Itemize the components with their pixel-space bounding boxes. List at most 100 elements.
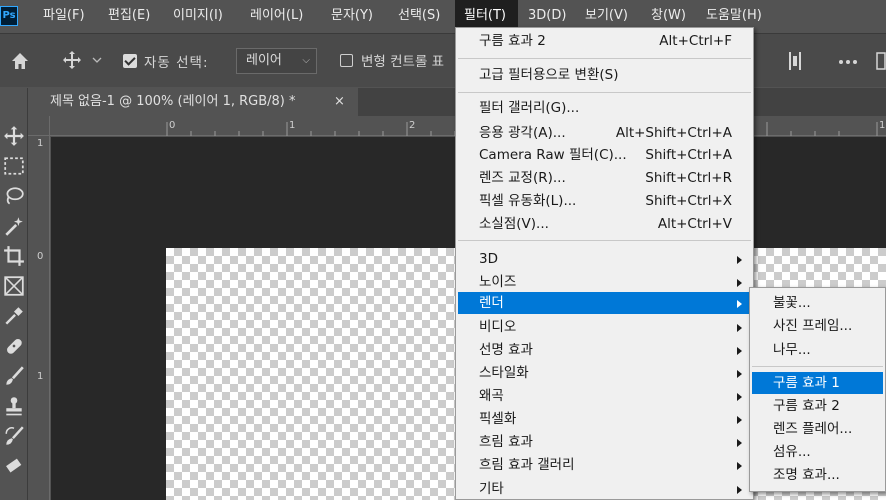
submenu-arrow-icon [737, 347, 742, 355]
menu-item-label: 흐림 효과 [479, 434, 533, 450]
menu-item-label: 소실점(V)... [479, 216, 549, 232]
submenu-item-lens-flare[interactable]: 렌즈 플레어... [752, 418, 883, 440]
submenu-item-difference-clouds[interactable]: 구름 효과 2 [752, 395, 883, 417]
menu-item-stylize[interactable]: 스타일화 [458, 362, 751, 384]
tools-panel [0, 88, 28, 500]
lasso-tool-icon [6, 187, 24, 205]
marquee-tool[interactable] [0, 150, 28, 180]
auto-select-target-dropdown[interactable]: 레이어 ⌵ [236, 48, 317, 74]
distribute-icon[interactable] [788, 51, 802, 71]
menu-item-blur[interactable]: 흐림 효과 [458, 431, 751, 453]
menu-item-lens-correction[interactable]: 렌즈 교정(R)... Shift+Ctrl+R [458, 167, 751, 189]
menu-item-sharpen[interactable]: 선명 효과 [458, 339, 751, 361]
vertical-ruler[interactable]: 1 0 1 [28, 136, 50, 500]
move-tool-icon[interactable] [62, 50, 82, 70]
menu-item-label: 노이즈 [479, 274, 517, 290]
menu-item-adaptive-wide-angle[interactable]: 응용 광각(A)... Alt+Shift+Ctrl+A [458, 122, 751, 144]
menu-item-distort[interactable]: 왜곡 [458, 385, 751, 407]
menu-item-label: 기타 [479, 481, 504, 497]
menu-separator [458, 240, 751, 241]
menu-item-noise[interactable]: 노이즈 [458, 271, 751, 293]
menu-item-label: 렌즈 교정(R)... [479, 170, 566, 186]
ruler-label: 0 [37, 251, 44, 262]
ruler-label: 0 [169, 120, 176, 131]
submenu-item-lighting-effects[interactable]: 조명 효과... [752, 464, 883, 486]
eraser-tool-icon [6, 458, 22, 473]
crop-tool[interactable] [0, 240, 28, 270]
menu-image[interactable]: 이미지(I) [173, 0, 223, 32]
menu-item-vanishing-point[interactable]: 소실점(V)... Alt+Ctrl+V [458, 213, 751, 235]
submenu-arrow-icon [737, 370, 742, 378]
more-options-icon[interactable] [838, 59, 858, 65]
menu-item-shortcut: Alt+Ctrl+V [657, 216, 732, 232]
close-icon[interactable]: × [334, 88, 345, 116]
eraser-tool[interactable] [0, 450, 28, 480]
menu-item-other[interactable]: 기타 [458, 478, 751, 500]
document-tab[interactable]: 제목 없음-1 @ 100% (레이어 1, RGB/8) * × [28, 88, 358, 116]
menu-item-label: 렌더 [479, 295, 504, 311]
brush-tool-icon [6, 366, 24, 385]
move-tool[interactable] [0, 120, 28, 150]
menu-item-label: 구름 효과 2 [479, 33, 546, 49]
menu-item-3d[interactable]: 3D [458, 248, 751, 270]
menu-item-pixelate[interactable]: 픽셀화 [458, 408, 751, 430]
menu-type[interactable]: 문자(Y) [331, 0, 373, 32]
menu-item-render[interactable]: 렌더 [458, 292, 751, 314]
submenu-item-fibers[interactable]: 섬유... [752, 441, 883, 463]
ruler-label: 1 [37, 138, 44, 149]
eyedropper-tool[interactable] [0, 300, 28, 330]
home-icon[interactable] [10, 51, 30, 71]
frame-tool-icon [4, 276, 24, 296]
magic-wand-tool[interactable] [0, 210, 28, 240]
menu-edit[interactable]: 편집(E) [108, 0, 150, 32]
brush-tool[interactable] [0, 360, 28, 390]
ruler-label: 1 [879, 120, 886, 131]
transform-controls-checkbox[interactable] [340, 54, 353, 67]
submenu-item-flame[interactable]: 불꽃... [752, 292, 883, 314]
menu-item-filter-gallery[interactable]: 필터 갤러리(G)... [458, 97, 751, 119]
submenu-arrow-icon [737, 486, 742, 494]
menu-item-label: 필터 갤러리(G)... [479, 100, 580, 116]
menu-item-convert-smart-filters[interactable]: 고급 필터용으로 변환(S) [458, 64, 751, 86]
auto-select-label: 자동 선택: [144, 55, 209, 71]
menu-layer[interactable]: 레이어(L) [250, 0, 303, 32]
submenu-item-picture-frame[interactable]: 사진 프레임... [752, 315, 883, 337]
submenu-arrow-icon [737, 416, 742, 424]
panel-toggle-icon[interactable] [876, 51, 886, 71]
marquee-tool-icon [4, 157, 24, 175]
menu-item-label: 선명 효과 [479, 342, 533, 358]
move-tool-icon [4, 126, 24, 146]
crop-tool-icon [4, 246, 24, 266]
photoshop-logo: Ps [0, 6, 18, 26]
document-tab-title: 제목 없음-1 @ 100% (레이어 1, RGB/8) * [50, 94, 296, 109]
ruler-origin [28, 116, 50, 136]
frame-tool[interactable] [0, 270, 28, 300]
menu-item-liquify[interactable]: 픽셀 유동화(L)... Shift+Ctrl+X [458, 190, 751, 212]
history-brush-tool-icon [5, 426, 24, 445]
menu-item-blur-gallery[interactable]: 흐림 효과 갤러리 [458, 454, 751, 476]
auto-select-checkbox[interactable] [123, 54, 137, 68]
lasso-tool[interactable] [0, 180, 28, 210]
submenu-item-clouds[interactable]: 구름 효과 1 [752, 372, 883, 394]
clone-stamp-tool[interactable] [0, 390, 28, 420]
menu-file[interactable]: 파일(F) [43, 0, 85, 32]
menu-item-label: 비디오 [479, 319, 517, 335]
menu-item-shortcut: Alt+Shift+Ctrl+A [615, 125, 732, 141]
menu-item-label: 고급 필터용으로 변환(S) [479, 67, 619, 83]
submenu-arrow-icon [737, 279, 742, 287]
filter-menu: 구름 효과 2 Alt+Ctrl+F 고급 필터용으로 변환(S) 필터 갤러리… [455, 27, 754, 500]
healing-brush-tool[interactable] [0, 330, 28, 360]
submenu-arrow-icon [737, 462, 742, 470]
menu-select[interactable]: 선택(S) [398, 0, 440, 32]
menu-item-shortcut: Shift+Ctrl+R [645, 170, 732, 186]
magic-wand-tool-icon [5, 217, 23, 236]
menu-item-video[interactable]: 비디오 [458, 316, 751, 338]
chevron-down-icon[interactable] [92, 56, 102, 64]
ruler-label: 1 [289, 120, 296, 131]
menu-item-camera-raw[interactable]: Camera Raw 필터(C)... Shift+Ctrl+A [458, 144, 751, 166]
submenu-arrow-icon [737, 256, 742, 264]
chevron-down-icon: ⌵ [302, 55, 310, 66]
menu-item-last-filter[interactable]: 구름 효과 2 Alt+Ctrl+F [458, 30, 751, 52]
submenu-item-tree[interactable]: 나무... [752, 339, 883, 361]
history-brush-tool[interactable] [0, 420, 28, 450]
